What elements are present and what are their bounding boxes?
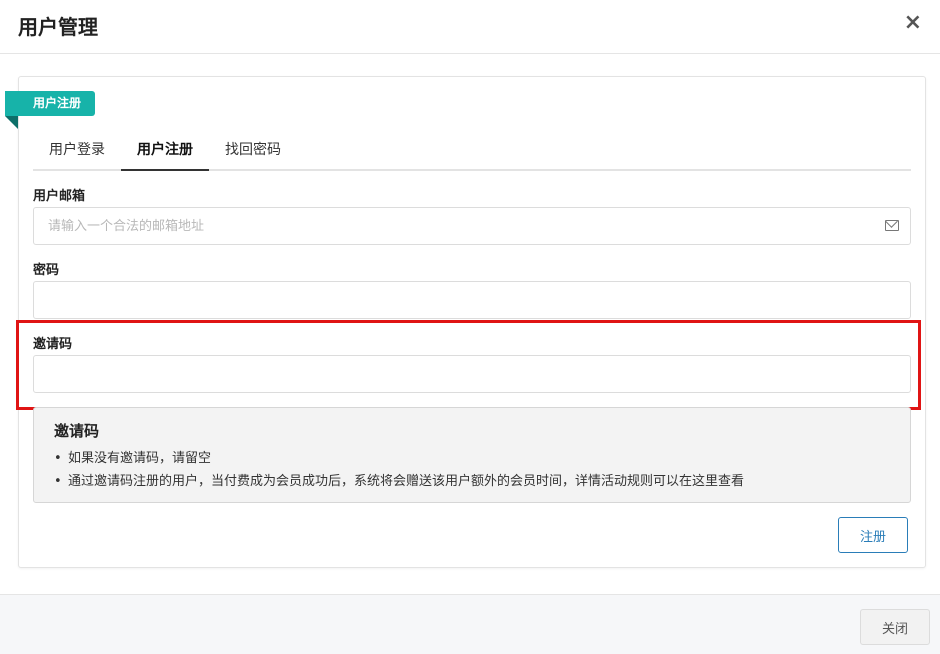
close-icon[interactable]: × [904,12,922,34]
password-label: 密码 [33,263,60,278]
email-field-wrapper [33,207,911,245]
ribbon-fold [5,116,18,129]
info-title: 邀请码 [54,422,100,440]
email-label: 用户邮箱 [33,189,86,204]
section-ribbon: 用户注册 [5,91,96,116]
modal-header: 用户管理 × [0,0,940,54]
highlight-box [16,320,921,410]
close-button[interactable]: 关闭 [860,609,930,645]
info-item: 如果没有邀请码，请留空 [54,447,890,470]
password-field-wrapper [33,281,911,319]
tab-login[interactable]: 用户登录 [33,132,121,171]
mail-icon [885,220,899,231]
info-list: 如果没有邀请码，请留空 通过邀请码注册的用户，当付费成为会员成功后，系统将会赠送… [54,447,890,493]
password-field[interactable] [34,282,910,318]
modal-title: 用户管理 [18,15,98,39]
invite-info-box: 邀请码 如果没有邀请码，请留空 通过邀请码注册的用户，当付费成为会员成功后，系统… [33,407,911,503]
info-item: 通过邀请码注册的用户，当付费成为会员成功后，系统将会赠送该用户额外的会员时间，详… [54,470,890,493]
email-field[interactable] [34,208,910,244]
register-button[interactable]: 注册 [838,517,908,553]
auth-tabs: 用户登录 用户注册 找回密码 [33,132,911,171]
modal-footer [0,594,940,654]
tab-recover-password[interactable]: 找回密码 [209,132,297,171]
tab-register[interactable]: 用户注册 [121,132,209,171]
